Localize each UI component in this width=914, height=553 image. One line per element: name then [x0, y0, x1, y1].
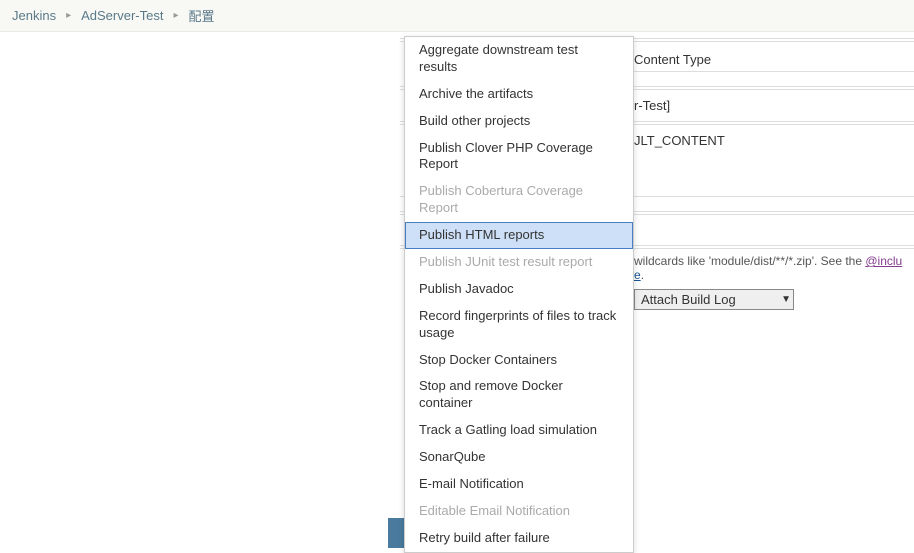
dropdown-item-fingerprints[interactable]: Record fingerprints of files to track us…: [405, 303, 633, 347]
dropdown-item-build-other[interactable]: Build other projects: [405, 108, 633, 135]
help-link-includes[interactable]: @inclu: [865, 254, 902, 268]
dropdown-item-javadoc[interactable]: Publish Javadoc: [405, 276, 633, 303]
chevron-right-icon: ▸: [173, 10, 178, 21]
breadcrumb-item[interactable]: 配置: [189, 6, 215, 25]
breadcrumb-item[interactable]: AdServer-Test: [81, 8, 163, 23]
dropdown-item-cobertura: Publish Cobertura Coverage Report: [405, 178, 633, 222]
post-build-actions-dropdown: Aggregate downstream test results Archiv…: [404, 36, 634, 553]
caret-down-icon: ▼: [781, 294, 791, 305]
dropdown-item-html-reports[interactable]: Publish HTML reports: [405, 222, 633, 249]
dropdown-item-remove-docker[interactable]: Stop and remove Docker container: [405, 373, 633, 417]
help-suffix: .: [641, 268, 644, 282]
dropdown-item-stop-docker[interactable]: Stop Docker Containers: [405, 347, 633, 374]
dropdown-item-editable-email: Editable Email Notification: [405, 498, 633, 525]
dropdown-item-retry[interactable]: Retry build after failure: [405, 525, 633, 552]
breadcrumb: Jenkins ▸ AdServer-Test ▸ 配置: [0, 0, 914, 32]
help-text-prefix: wildcards like 'module/dist/**/*.zip'. S…: [634, 254, 865, 268]
dropdown-item-gatling[interactable]: Track a Gatling load simulation: [405, 417, 633, 444]
dropdown-item-clover[interactable]: Publish Clover PHP Coverage Report: [405, 135, 633, 179]
breadcrumb-item[interactable]: Jenkins: [12, 8, 56, 23]
attach-log-select[interactable]: Attach Build Log ▼: [634, 289, 794, 310]
chevron-right-icon: ▸: [66, 10, 71, 21]
select-value: Attach Build Log: [641, 292, 736, 307]
dropdown-item-email[interactable]: E-mail Notification: [405, 471, 633, 498]
dropdown-item-archive[interactable]: Archive the artifacts: [405, 81, 633, 108]
dropdown-item-sonarqube[interactable]: SonarQube: [405, 444, 633, 471]
help-link-file[interactable]: e: [634, 268, 641, 282]
divider: [634, 71, 914, 72]
dropdown-item-aggregate[interactable]: Aggregate downstream test results: [405, 37, 633, 81]
dropdown-item-junit: Publish JUnit test result report: [405, 249, 633, 276]
